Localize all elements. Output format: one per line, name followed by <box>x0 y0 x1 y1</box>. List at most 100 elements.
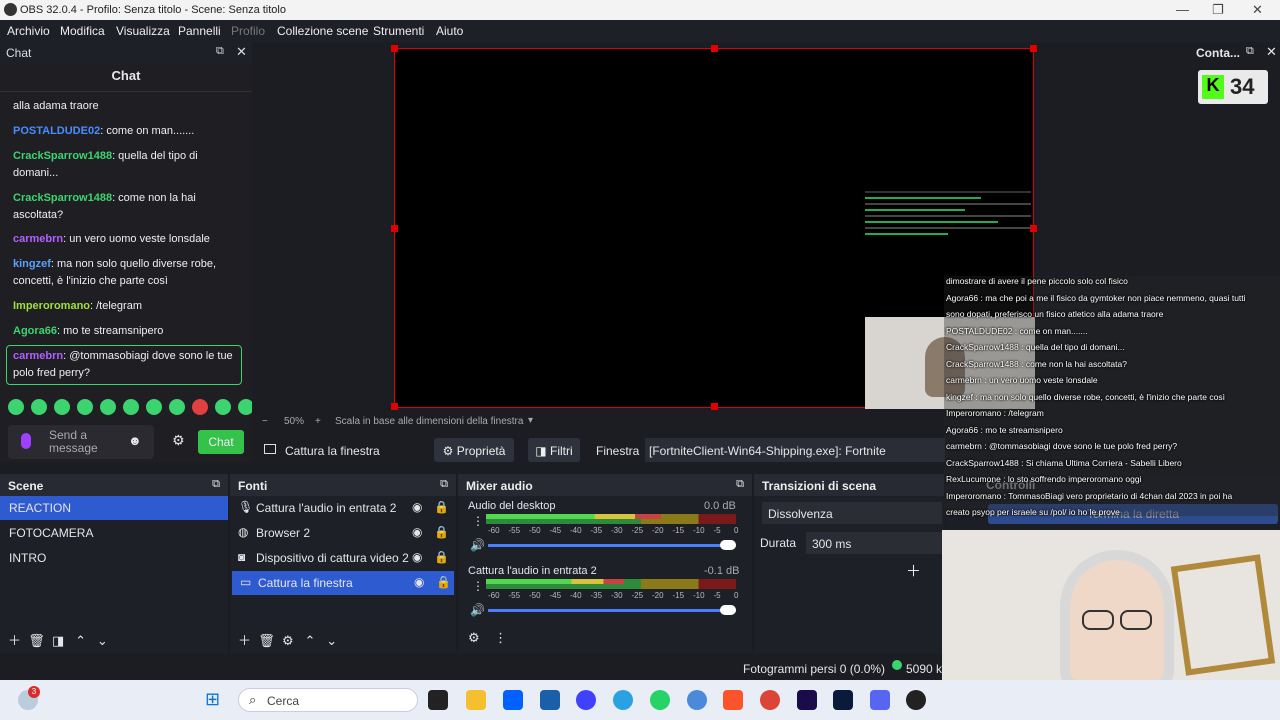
float-icon[interactable]: ⧉ <box>212 478 220 491</box>
obs-icon[interactable] <box>906 690 926 710</box>
emote-icon[interactable] <box>192 399 208 415</box>
float-icon[interactable]: ⧉ <box>736 478 744 491</box>
file-explorer-icon[interactable] <box>466 690 486 710</box>
menu-strumenti[interactable]: Strumenti <box>373 24 424 38</box>
visibility-eye-icon[interactable]: ◉ <box>412 525 422 539</box>
volume-slider[interactable] <box>488 544 736 547</box>
zoom-out-button[interactable]: − <box>262 416 268 427</box>
chat-username[interactable]: CrackSparrow1488 <box>13 150 112 162</box>
app-icon[interactable] <box>540 690 560 710</box>
chat-username[interactable]: Imperoromano <box>13 300 90 312</box>
resize-handle[interactable] <box>391 225 398 232</box>
move-up-icon[interactable]: ⌃ <box>75 633 86 648</box>
menu-collezione-scene[interactable]: Collezione scene <box>277 24 368 38</box>
lock-icon[interactable]: 🔒 <box>436 575 451 589</box>
chat-username[interactable]: CrackSparrow1488 <box>13 192 112 204</box>
emote-bar[interactable] <box>8 399 254 415</box>
resize-handle[interactable] <box>1030 225 1037 232</box>
volume-slider-handle[interactable] <box>720 605 736 615</box>
visibility-eye-icon[interactable]: ◉ <box>412 500 422 514</box>
chat-username[interactable]: kingzef <box>13 258 51 270</box>
lock-icon[interactable]: 🔒 <box>434 550 449 564</box>
resize-handle[interactable] <box>391 45 398 52</box>
volume-slider[interactable] <box>488 609 736 612</box>
move-down-icon[interactable]: ⌄ <box>326 633 337 648</box>
emote-icon[interactable] <box>215 399 231 415</box>
source-item[interactable]: ◙ Dispositivo di cattura video 2 ◉ 🔒 <box>230 546 456 570</box>
taskbar-search[interactable]: ⌕ Cerca <box>238 688 418 712</box>
menu-visualizza[interactable]: Visualizza <box>116 24 170 38</box>
add-icon[interactable]: ＋ <box>238 633 251 648</box>
photoshop-icon[interactable] <box>833 690 853 710</box>
premiere-icon[interactable] <box>797 690 817 710</box>
menu-dots-icon[interactable]: ⋮ <box>472 579 484 593</box>
brave-icon[interactable] <box>723 690 743 710</box>
speaker-icon[interactable]: 🔊 <box>470 603 485 617</box>
emote-icon[interactable] <box>31 399 47 415</box>
move-up-icon[interactable]: ⌃ <box>305 633 316 648</box>
resize-handle[interactable] <box>711 45 718 52</box>
add-icon[interactable]: ＋ <box>8 633 21 648</box>
dropbox-icon[interactable] <box>503 690 523 710</box>
emote-icon[interactable] <box>54 399 70 415</box>
bits-icon[interactable] <box>21 433 31 449</box>
whatsapp-icon[interactable] <box>650 690 670 710</box>
menu-profilo[interactable]: Profilo <box>231 24 265 38</box>
lock-icon[interactable]: 🔒 <box>434 525 449 539</box>
emote-icon[interactable] <box>169 399 185 415</box>
zoom-in-button[interactable]: + <box>315 416 321 427</box>
filter-icon[interactable]: ◨ <box>52 633 64 648</box>
emote-icon[interactable] <box>8 399 24 415</box>
emote-icon[interactable] <box>77 399 93 415</box>
chevron-down-icon[interactable]: ▾ <box>528 415 533 426</box>
app-icon[interactable] <box>687 690 707 710</box>
emote-icon[interactable] <box>146 399 162 415</box>
menu-pannelli[interactable]: Pannelli <box>178 24 221 38</box>
float-icon[interactable]: ⧉ <box>440 478 448 491</box>
properties-button[interactable]: ⚙ Proprietà <box>434 438 514 462</box>
float-icon[interactable]: ⧉ <box>216 45 224 58</box>
chat-username[interactable]: carmebrn <box>13 233 63 245</box>
telegram-icon[interactable] <box>613 690 633 710</box>
resize-handle[interactable] <box>391 403 398 410</box>
restore-button[interactable]: ❐ <box>1212 2 1224 18</box>
visibility-eye-icon[interactable]: ◉ <box>414 575 424 589</box>
advanced-audio-icon[interactable]: ⚙ <box>468 630 480 645</box>
chat-username[interactable]: Agora66 <box>13 325 57 337</box>
program-canvas[interactable] <box>391 45 1037 410</box>
chrome-icon[interactable] <box>760 690 780 710</box>
scene-item[interactable]: INTRO <box>0 546 228 570</box>
trash-icon[interactable]: 🗑 <box>258 633 275 648</box>
resize-handle[interactable] <box>711 403 718 410</box>
lock-icon[interactable]: 🔒 <box>434 500 449 514</box>
resize-handle[interactable] <box>1030 45 1037 52</box>
menu-modifica[interactable]: Modifica <box>60 24 105 38</box>
chat-send-button[interactable]: Chat <box>198 430 244 454</box>
scene-item[interactable]: REACTION <box>0 496 228 520</box>
app-icon[interactable] <box>576 690 596 710</box>
source-item[interactable]: 🎙 Cattura l'audio in entrata 2 ◉ 🔒 <box>230 496 456 520</box>
float-icon[interactable]: ⧉ <box>1246 45 1254 58</box>
window-select[interactable]: [FortniteClient-Win64-Shipping.exe]: For… <box>645 438 945 462</box>
close-icon[interactable]: ✕ <box>1266 44 1277 60</box>
duration-input[interactable]: 300 ms <box>806 532 942 554</box>
source-item[interactable]: ◍ Browser 2 ◉ 🔒 <box>230 521 456 545</box>
chat-input[interactable]: Send a message ☻ <box>8 425 154 459</box>
windows-start-icon[interactable]: ⊞ <box>205 690 225 710</box>
scene-item[interactable]: FOTOCAMERA <box>0 521 228 545</box>
discord-icon[interactable] <box>870 690 890 710</box>
move-down-icon[interactable]: ⌄ <box>97 633 108 648</box>
menu-dots-icon[interactable]: ⋮ <box>472 514 484 528</box>
menu-archivio[interactable]: Archivio <box>7 24 50 38</box>
emote-icon[interactable] <box>100 399 116 415</box>
chat-username[interactable]: POSTALDUDE02 <box>13 125 100 137</box>
task-view-icon[interactable] <box>428 690 448 710</box>
menu-aiuto[interactable]: Aiuto <box>436 24 463 38</box>
close-button[interactable]: ✕ <box>1252 2 1263 18</box>
filters-button[interactable]: ◨ Filtri <box>528 438 580 462</box>
volume-slider-handle[interactable] <box>720 540 736 550</box>
emote-picker-icon[interactable]: ☻ <box>128 433 142 448</box>
source-item[interactable]: ▭ Cattura la finestra ◉ 🔒 <box>232 571 454 595</box>
add-icon[interactable]: ＋ <box>906 560 921 581</box>
scale-mode-dropdown[interactable]: Scala in base alle dimensioni della fine… <box>335 416 523 427</box>
